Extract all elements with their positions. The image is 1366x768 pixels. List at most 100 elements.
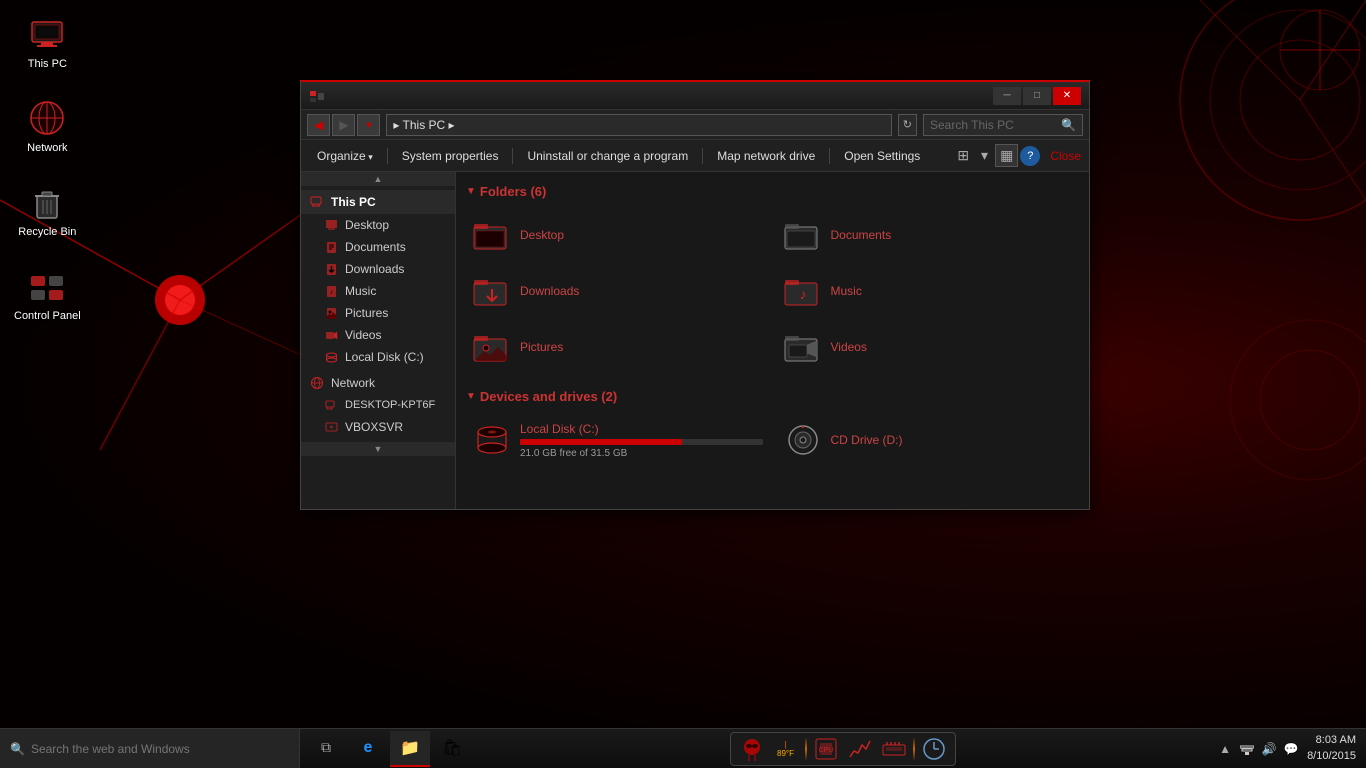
- folders-section-header[interactable]: ▼ Folders (6): [464, 180, 1081, 203]
- alien-icon: [740, 737, 764, 761]
- close-label[interactable]: Close: [1050, 149, 1081, 163]
- network-sidebar-icon: [309, 375, 325, 391]
- sidebar-item-vboxsvr[interactable]: VBOXSVR: [301, 416, 455, 438]
- edge-button[interactable]: e: [348, 731, 388, 767]
- drives-chevron: ▼: [466, 391, 476, 402]
- tray-message-icon[interactable]: 💬: [1283, 741, 1299, 757]
- downloads-folder-icon: [472, 271, 512, 311]
- close-button[interactable]: ✕: [1053, 87, 1081, 105]
- clock-icon: [922, 737, 946, 761]
- control-panel-icon: [27, 266, 67, 306]
- sidebar-item-videos[interactable]: Videos: [301, 324, 455, 346]
- sidebar-this-pc-label: This PC: [331, 195, 376, 209]
- scroll-down-button[interactable]: ▼: [301, 442, 455, 456]
- tray-volume-icon[interactable]: 🔊: [1261, 741, 1277, 757]
- desktop-icon-this-pc[interactable]: This PC: [23, 10, 71, 74]
- sidebar-item-desktop[interactable]: Desktop: [301, 214, 455, 236]
- dock-ram-button[interactable]: [879, 734, 909, 764]
- title-bar: ─ □ ✕: [301, 82, 1089, 110]
- desktop-icon-control-panel[interactable]: Control Panel: [10, 262, 85, 326]
- dock-temp-button[interactable]: | 89°F: [771, 734, 801, 764]
- pictures-folder-name: Pictures: [520, 340, 563, 354]
- sidebar-desktop-kpt-label: DESKTOP-KPT6F: [345, 399, 435, 411]
- local-disk-c-size: 21.0 GB free of 31.5 GB: [520, 448, 763, 459]
- downloads-sidebar-icon: [323, 261, 339, 277]
- address-path-text: ▸ This PC ▸: [393, 118, 454, 132]
- drives-section-header[interactable]: ▼ Devices and drives (2): [464, 385, 1081, 408]
- taskbar-apps: ⧉ e 📁 🛍: [300, 731, 478, 767]
- tray-expand-icon[interactable]: ▲: [1217, 741, 1233, 757]
- search-box[interactable]: Search This PC 🔍: [923, 114, 1083, 136]
- this-pc-sidebar-icon: [309, 194, 325, 210]
- folders-grid: Desktop Documents: [464, 209, 1081, 373]
- system-properties-button[interactable]: System properties: [394, 145, 507, 167]
- up-button[interactable]: ▼: [357, 114, 380, 136]
- taskbar-dock: | 89°F CPU: [730, 732, 956, 766]
- desktop-icon-recycle-bin[interactable]: Recycle Bin: [14, 178, 80, 242]
- desktop-sidebar-icon: [323, 217, 339, 233]
- scroll-up-button[interactable]: ▲: [301, 172, 455, 186]
- explorer-taskbar-button[interactable]: 📁: [390, 731, 430, 767]
- sidebar-item-local-disk[interactable]: Local Disk (C:): [301, 346, 455, 368]
- downloads-folder-name: Downloads: [520, 284, 579, 298]
- uninstall-button[interactable]: Uninstall or change a program: [519, 145, 696, 167]
- maximize-button[interactable]: □: [1023, 87, 1051, 105]
- clock[interactable]: 8:03 AM 8/10/2015: [1307, 733, 1356, 764]
- folder-item-desktop[interactable]: Desktop: [464, 209, 771, 261]
- map-network-button[interactable]: Map network drive: [709, 145, 823, 167]
- back-button[interactable]: ◀: [307, 114, 330, 136]
- svg-text:CPU: CPU: [818, 747, 833, 754]
- cpu-icon: CPU: [814, 737, 838, 761]
- folder-item-documents[interactable]: Documents: [775, 209, 1082, 261]
- sidebar-item-documents[interactable]: Documents: [301, 236, 455, 258]
- address-path-display[interactable]: ▸ This PC ▸: [386, 114, 891, 136]
- this-pc-icon: [27, 14, 67, 54]
- folders-section-label: Folders (6): [480, 184, 546, 199]
- recycle-bin-label: Recycle Bin: [18, 226, 76, 238]
- toolbar-separator-4: [829, 148, 830, 164]
- dock-alien-button[interactable]: [737, 734, 767, 764]
- sidebar-item-this-pc[interactable]: This PC: [301, 190, 455, 214]
- folder-item-videos[interactable]: Videos: [775, 321, 1082, 373]
- forward-button[interactable]: ▶: [332, 114, 355, 136]
- sidebar: This PC Desktop: [301, 186, 456, 442]
- taskbar-right: ▲ 🔊 💬 8:03 AM 8/10/2015: [1207, 729, 1366, 768]
- minimize-button[interactable]: ─: [993, 87, 1021, 105]
- folder-item-pictures[interactable]: Pictures: [464, 321, 771, 373]
- view-dropdown-button[interactable]: ▾: [976, 144, 993, 167]
- documents-sidebar-icon: [323, 239, 339, 255]
- help-button[interactable]: ?: [1020, 146, 1040, 166]
- task-view-button[interactable]: ⧉: [306, 731, 346, 767]
- sidebar-local-disk-label: Local Disk (C:): [345, 350, 424, 364]
- taskbar-search[interactable]: 🔍: [0, 729, 300, 768]
- recycle-bin-icon: [27, 182, 67, 222]
- desktop-kpt-icon: [323, 397, 339, 413]
- tray-network-icon[interactable]: [1239, 741, 1255, 757]
- cd-drive-d-name: CD Drive (D:): [831, 433, 1074, 447]
- scroll-up-icon: ▲: [374, 174, 383, 184]
- folder-item-downloads[interactable]: Downloads: [464, 265, 771, 317]
- desktop-icon-network[interactable]: Network: [23, 94, 71, 158]
- local-disk-c-bar-container: [520, 439, 763, 445]
- sidebar-item-music[interactable]: ♪ Music: [301, 280, 455, 302]
- organize-button[interactable]: Organize: [309, 145, 381, 167]
- view-tiles-button[interactable]: ▦: [995, 144, 1018, 167]
- sidebar-item-desktop-kpt[interactable]: DESKTOP-KPT6F: [301, 394, 455, 416]
- videos-folder-icon: [783, 327, 823, 367]
- dock-cpu-button[interactable]: CPU: [811, 734, 841, 764]
- search-icon: 🔍: [1061, 118, 1076, 132]
- drive-item-cd-drive-d[interactable]: CD Drive (D:): [775, 414, 1082, 466]
- taskbar-search-input[interactable]: [31, 742, 289, 756]
- view-options-button[interactable]: ⊞: [952, 144, 974, 167]
- open-settings-button[interactable]: Open Settings: [836, 145, 928, 167]
- folder-item-music[interactable]: ♪ Music: [775, 265, 1082, 317]
- store-button[interactable]: 🛍: [432, 731, 472, 767]
- sidebar-item-downloads[interactable]: Downloads: [301, 258, 455, 280]
- sidebar-item-pictures[interactable]: Pictures: [301, 302, 455, 324]
- toolbar-separator-3: [702, 148, 703, 164]
- sidebar-item-network[interactable]: Network: [301, 372, 455, 394]
- dock-cpu2-button[interactable]: [845, 734, 875, 764]
- drive-item-local-disk-c[interactable]: Local Disk (C:) 21.0 GB free of 31.5 GB: [464, 414, 771, 466]
- dock-clock-button[interactable]: [919, 734, 949, 764]
- refresh-button[interactable]: ↻: [898, 114, 917, 136]
